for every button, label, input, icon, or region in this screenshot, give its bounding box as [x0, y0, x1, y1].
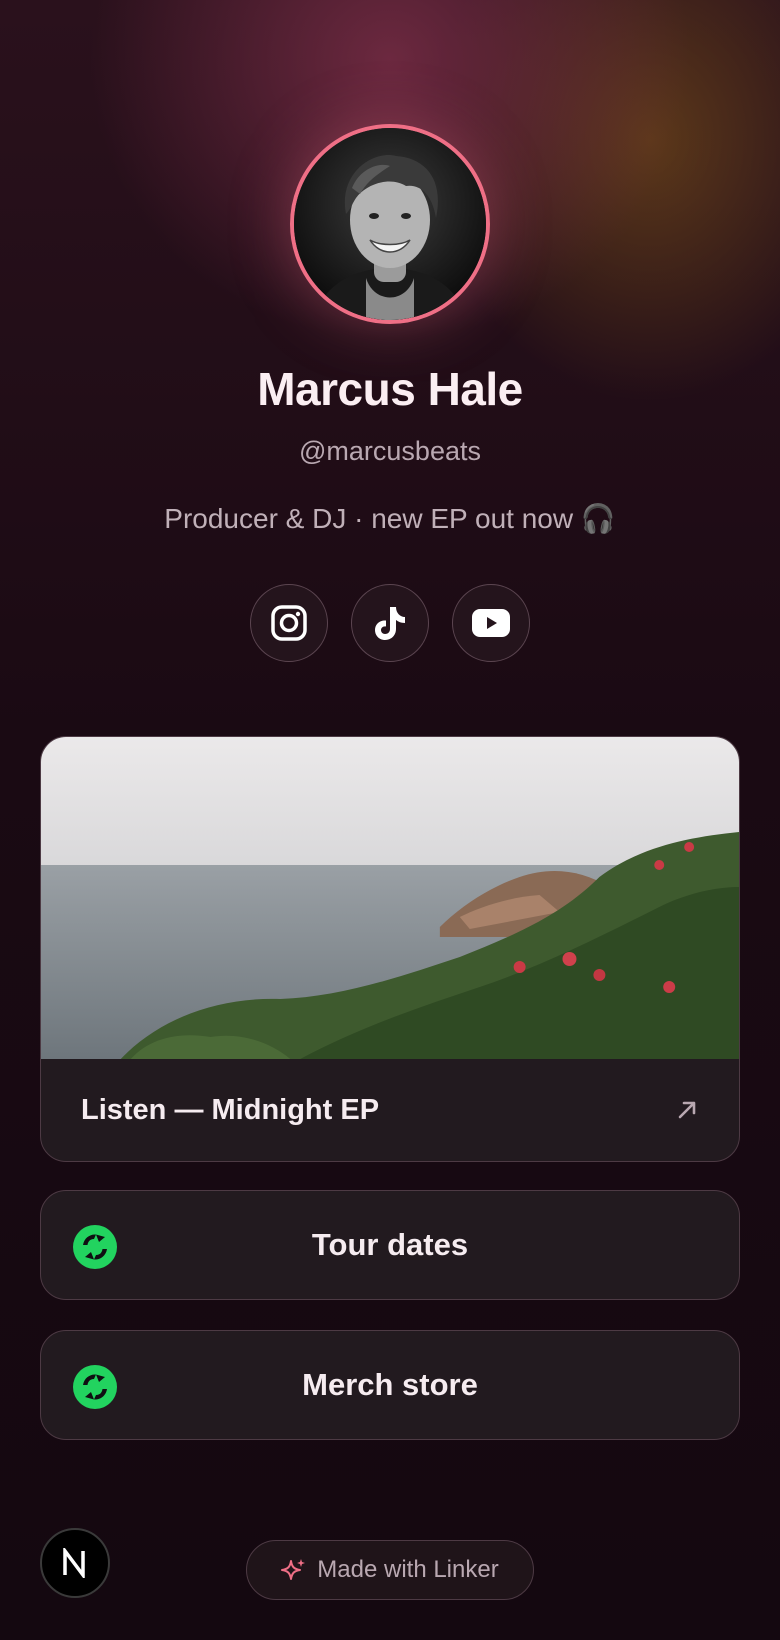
instagram-button[interactable]: [250, 584, 328, 662]
featured-link-label: Listen — Midnight EP: [81, 1093, 380, 1126]
made-with-linker-button[interactable]: Made with Linker: [246, 1540, 534, 1600]
featured-footer: Listen — Midnight EP: [41, 1059, 739, 1161]
profile-handle: @marcusbeats: [299, 436, 481, 466]
n-logo-icon: [63, 1548, 85, 1578]
made-with-linker-label: Made with Linker: [317, 1556, 499, 1583]
sparkle-icon: [281, 1559, 306, 1580]
tour-dates-button[interactable]: Tour dates: [40, 1190, 740, 1300]
social-links: [250, 584, 530, 664]
linker-refresh-icon: [73, 1225, 117, 1269]
instagram-icon: [271, 605, 307, 641]
merch-store-button[interactable]: Merch store: [40, 1330, 740, 1440]
profile-page: Marcus Hale @marcusbeats Producer & DJ ·…: [0, 0, 780, 1640]
featured-link-card[interactable]: Listen — Midnight EP: [40, 736, 740, 1162]
profile-bio: Producer & DJ · new EP out now 🎧: [164, 503, 616, 534]
profile-name: Marcus Hale: [257, 363, 523, 415]
tiktok-button[interactable]: [351, 584, 429, 662]
featured-image: [41, 737, 739, 1059]
avatar: [290, 124, 490, 324]
tour-dates-label: Tour dates: [311, 1227, 469, 1262]
linker-refresh-icon: [73, 1365, 117, 1409]
n-badge-button[interactable]: [40, 1528, 110, 1598]
arrow-up-right-icon: [678, 1101, 696, 1119]
merch-store-label: Merch store: [302, 1367, 478, 1402]
youtube-icon: [472, 609, 510, 637]
youtube-button[interactable]: [452, 584, 530, 662]
tiktok-icon: [375, 607, 405, 640]
